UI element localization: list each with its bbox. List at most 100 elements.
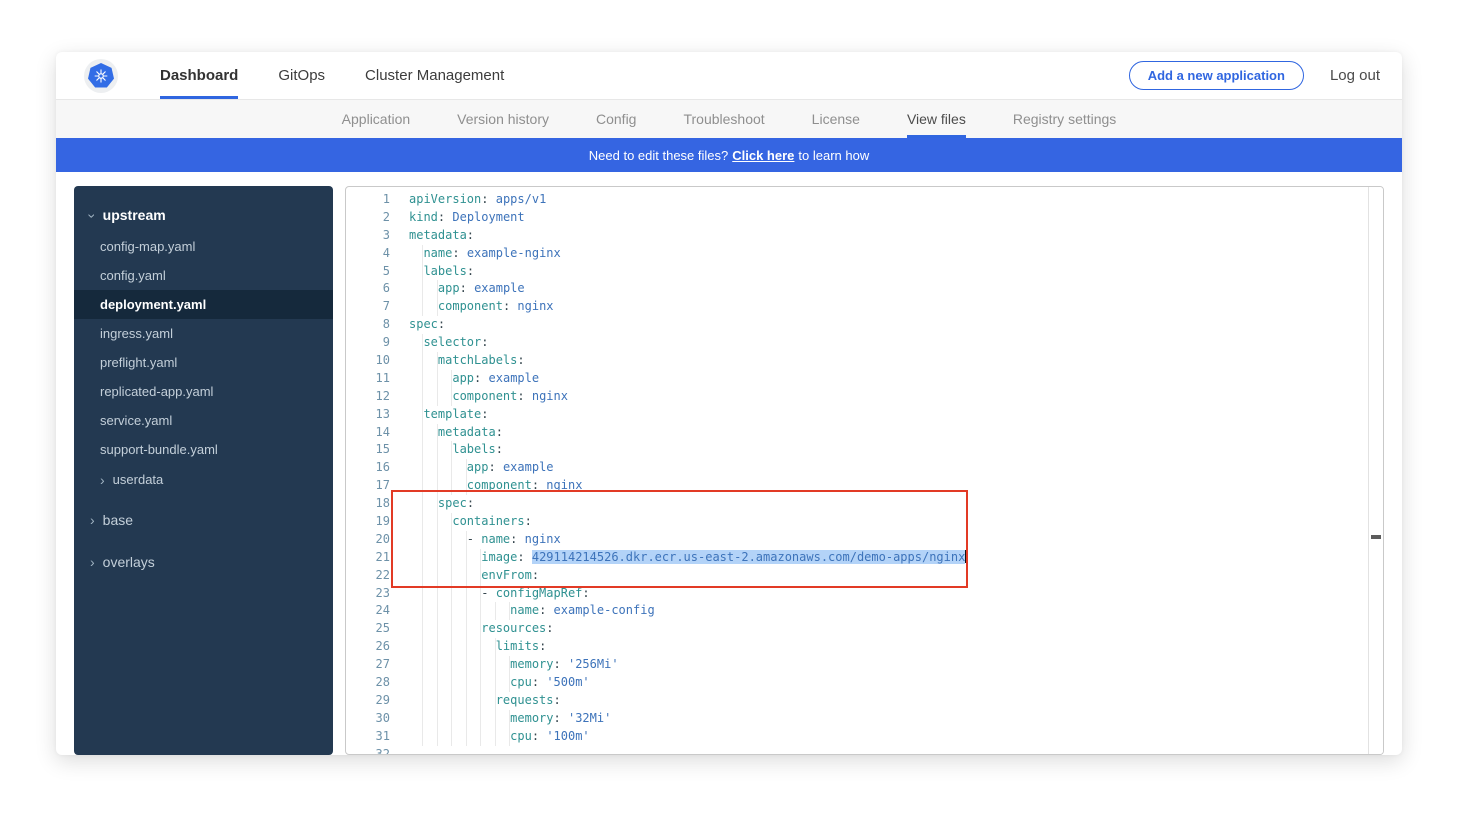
line-number: 20 [346,531,390,549]
code-line-17: 17 component: nginx [346,477,1383,495]
code-line-19: 19 containers: [346,513,1383,531]
code-line-31: 31 cpu: '100m' [346,728,1383,746]
line-number: 22 [346,567,390,585]
kubernetes-logo-icon [84,59,118,93]
code-lines: 1apiVersion: apps/v12kind: Deployment3me… [346,187,1383,755]
line-content: cpu: '100m' [390,728,590,746]
code-line-7: 7 component: nginx [346,298,1383,316]
code-line-24: 24 name: example-config [346,602,1383,620]
yaml-editor[interactable]: 1apiVersion: apps/v12kind: Deployment3me… [345,186,1384,755]
line-number: 1 [346,191,390,209]
line-number: 2 [346,209,390,227]
code-line-20: 20 - name: nginx [346,531,1383,549]
code-line-16: 16 app: example [346,459,1383,477]
code-line-29: 29 requests: [346,692,1383,710]
nav-item-cluster-management[interactable]: Cluster Management [365,52,504,99]
line-content: cpu: '500m' [390,674,590,692]
line-content [390,746,409,755]
tree-item-deployment-yaml[interactable]: deployment.yaml [74,290,333,319]
line-content: app: example [390,459,554,477]
line-content: spec: [390,316,445,334]
tab-config[interactable]: Config [596,100,636,138]
line-number: 24 [346,602,390,620]
line-content: image: 429114214526.dkr.ecr.us-east-2.am… [390,549,967,567]
code-line-28: 28 cpu: '500m' [346,674,1383,692]
tree-item-label: userdata [113,472,164,487]
line-content: envFrom: [390,567,539,585]
tree-item-label: support-bundle.yaml [100,442,218,457]
tab-registry-settings[interactable]: Registry settings [1013,100,1116,138]
file-tree-sidebar: ›upstreamconfig-map.yamlconfig.yamldeplo… [74,186,333,755]
line-content: kind: Deployment [390,209,525,227]
line-number: 21 [346,549,390,567]
editor-scrollbar[interactable] [1368,187,1383,754]
code-line-30: 30 memory: '32Mi' [346,710,1383,728]
add-application-button[interactable]: Add a new application [1129,61,1304,90]
tree-item-preflight-yaml[interactable]: preflight.yaml [74,348,333,377]
code-line-6: 6 app: example [346,280,1383,298]
line-number: 11 [346,370,390,388]
line-number: 10 [346,352,390,370]
code-line-8: 8spec: [346,316,1383,334]
line-number: 14 [346,424,390,442]
logout-link[interactable]: Log out [1330,67,1380,84]
line-number: 4 [346,245,390,263]
line-number: 5 [346,263,390,281]
line-content: app: example [390,370,539,388]
line-number: 23 [346,585,390,603]
line-content: requests: [390,692,561,710]
code-line-14: 14 metadata: [346,424,1383,442]
edit-files-banner: Need to edit these files? Click here to … [56,138,1402,172]
tree-item-config-yaml[interactable]: config.yaml [74,261,333,290]
tree-item-label: ingress.yaml [100,326,173,341]
line-content: component: nginx [390,388,568,406]
line-number: 26 [346,638,390,656]
line-content: containers: [390,513,532,531]
chevron-right-icon: › [90,515,95,525]
code-line-32: 32 [346,746,1383,755]
tree-item-userdata[interactable]: › userdata [74,464,333,495]
chevron-right-icon: › [90,557,95,567]
line-number: 8 [346,316,390,334]
tab-license[interactable]: License [812,100,860,138]
tree-item-config-map-yaml[interactable]: config-map.yaml [74,232,333,261]
tree-item-ingress-yaml[interactable]: ingress.yaml [74,319,333,348]
line-content: labels: [390,263,474,281]
tree-item-label: config.yaml [100,268,166,283]
tree-item-label: base [103,512,133,528]
tree-item-label: upstream [103,207,166,223]
tab-version-history[interactable]: Version history [457,100,549,138]
line-number: 12 [346,388,390,406]
tab-troubleshoot[interactable]: Troubleshoot [683,100,764,138]
line-content: memory: '256Mi' [390,656,619,674]
tree-item-base[interactable]: › base [74,503,333,537]
line-number: 30 [346,710,390,728]
line-content: - configMapRef: [390,585,590,603]
nav-item-gitops[interactable]: GitOps [278,52,325,99]
line-number: 25 [346,620,390,638]
tab-view-files[interactable]: View files [907,100,966,138]
code-line-25: 25 resources: [346,620,1383,638]
code-line-11: 11 app: example [346,370,1383,388]
line-number: 28 [346,674,390,692]
code-line-21: 21 image: 429114214526.dkr.ecr.us-east-2… [346,549,1383,567]
banner-text-after: to learn how [798,148,869,163]
tree-item-replicated-app-yaml[interactable]: replicated-app.yaml [74,377,333,406]
line-number: 32 [346,746,390,755]
tree-item-support-bundle-yaml[interactable]: support-bundle.yaml [74,435,333,464]
line-content: app: example [390,280,525,298]
chevron-right-icon: › [100,475,105,485]
banner-click-here-link[interactable]: Click here [732,148,794,163]
line-number: 13 [346,406,390,424]
code-line-26: 26 limits: [346,638,1383,656]
top-header: Dashboard GitOps Cluster Management Add a … [56,52,1402,100]
line-content: name: example-nginx [390,245,561,263]
nav-item-dashboard[interactable]: Dashboard [160,52,238,99]
code-line-4: 4 name: example-nginx [346,245,1383,263]
tab-application[interactable]: Application [342,100,411,138]
tree-item-service-yaml[interactable]: service.yaml [74,406,333,435]
code-line-9: 9 selector: [346,334,1383,352]
tree-item-label: preflight.yaml [100,355,177,370]
tree-item-upstream[interactable]: ›upstream [74,198,333,232]
tree-item-overlays[interactable]: ›overlays [74,545,333,579]
